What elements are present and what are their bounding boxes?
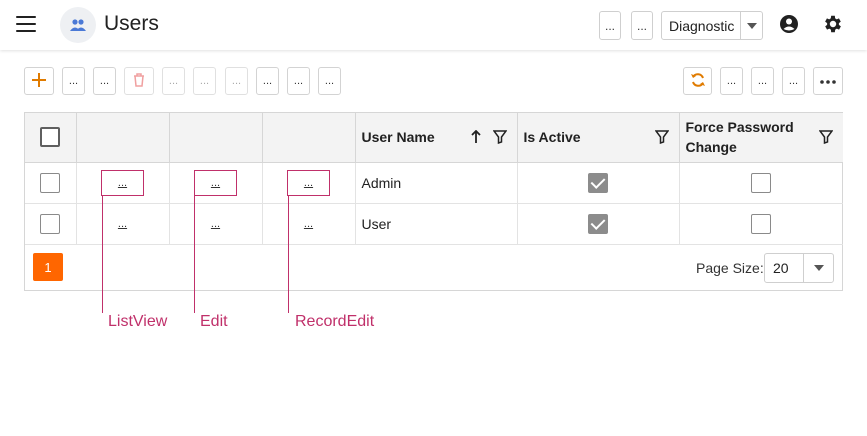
account-circle-icon[interactable] (778, 13, 800, 35)
refresh-icon (690, 72, 706, 91)
record-edit-link[interactable]: ... (287, 169, 330, 196)
annotation-line-record-edit (288, 195, 289, 313)
grid-pager: 1 Page Size: 20 (25, 244, 842, 290)
list-view-link[interactable]: ... (101, 169, 144, 196)
page-title: Users (104, 12, 159, 35)
annotation-line-list-view (102, 195, 103, 313)
column-header-label: Force Password Change (680, 117, 794, 157)
column-header-force-password-change[interactable]: Force Password Change (679, 113, 843, 163)
force-password-change-checkbox (751, 172, 772, 193)
chevron-down-icon[interactable] (803, 254, 833, 282)
toolbar-button-5[interactable]: ... (225, 67, 248, 95)
plus-icon (32, 72, 46, 90)
table-row[interactable]: ... ... ... User (25, 203, 843, 245)
row-select-checkbox[interactable] (40, 172, 61, 193)
cell-user-name: Admin (355, 162, 518, 204)
toolbar-button-2[interactable]: ... (93, 67, 116, 95)
more-horizontal-icon (820, 75, 836, 87)
users-grid: User Name Is Active Force Password Chang… (24, 112, 843, 291)
header-button-1[interactable]: ... (599, 11, 621, 40)
header-button-2[interactable]: ... (631, 11, 653, 40)
users-icon (60, 7, 96, 43)
select-all-header (25, 113, 77, 163)
record-edit-link[interactable]: ... (298, 215, 319, 233)
toolbar-button-10[interactable]: ... (751, 67, 774, 95)
more-button[interactable] (813, 67, 843, 95)
menu-icon[interactable] (16, 16, 36, 32)
trash-icon (133, 72, 145, 90)
page-size-value: 20 (773, 260, 789, 276)
page-size-select[interactable]: 20 (764, 253, 834, 283)
app-header: Users ... ... Diagnostic (0, 0, 867, 50)
refresh-button[interactable] (683, 67, 712, 95)
filter-icon[interactable] (654, 130, 669, 147)
environment-selector-value: Diagnostic (669, 17, 735, 34)
force-password-change-checkbox (751, 213, 772, 234)
toolbar-button-7[interactable]: ... (287, 67, 310, 95)
column-header-label-line2: Change (685, 139, 737, 156)
add-button[interactable] (24, 67, 54, 95)
edit-link[interactable]: ... (205, 215, 226, 233)
cell-user-name: User (355, 203, 518, 245)
annotation-list-view: ListView (108, 313, 168, 330)
grid-header-row: User Name Is Active Force Password Chang… (25, 113, 843, 163)
delete-button[interactable] (124, 67, 154, 95)
column-header-empty (262, 113, 356, 163)
environment-selector[interactable]: Diagnostic (661, 11, 763, 40)
gear-icon[interactable] (822, 13, 844, 35)
column-header-label: Is Active (523, 129, 581, 146)
column-header-empty (169, 113, 263, 163)
toolbar-button-1[interactable]: ... (62, 67, 85, 95)
toolbar-button-4[interactable]: ... (193, 67, 216, 95)
annotation-edit: Edit (200, 313, 228, 330)
sort-ascending-icon[interactable] (470, 129, 481, 147)
table-row[interactable]: ... ... ... Admin (25, 162, 843, 204)
select-all-checkbox[interactable] (40, 127, 61, 148)
toolbar-button-9[interactable]: ... (720, 67, 743, 95)
column-header-empty (76, 113, 170, 163)
is-active-checkbox (588, 172, 608, 193)
column-header-label: User Name (361, 129, 435, 146)
toolbar-button-3[interactable]: ... (162, 67, 185, 95)
is-active-checkbox (588, 213, 608, 234)
annotation-record-edit: RecordEdit (295, 313, 375, 330)
chevron-down-icon[interactable] (740, 12, 762, 39)
page-button-current[interactable]: 1 (33, 253, 63, 281)
filter-icon[interactable] (818, 130, 834, 147)
list-view-link[interactable]: ... (112, 215, 133, 233)
filter-icon[interactable] (492, 130, 507, 147)
toolbar-button-6[interactable]: ... (256, 67, 279, 95)
column-header-label-line1: Force Password (685, 119, 794, 136)
toolbar-button-8[interactable]: ... (318, 67, 341, 95)
toolbar-button-11[interactable]: ... (782, 67, 805, 95)
column-header-is-active[interactable]: Is Active (517, 113, 680, 163)
annotation-line-edit (194, 195, 195, 313)
column-header-user-name[interactable]: User Name (355, 113, 518, 163)
row-select-checkbox[interactable] (40, 213, 61, 234)
page-size-label: Page Size: (696, 260, 764, 276)
edit-link[interactable]: ... (194, 169, 237, 196)
